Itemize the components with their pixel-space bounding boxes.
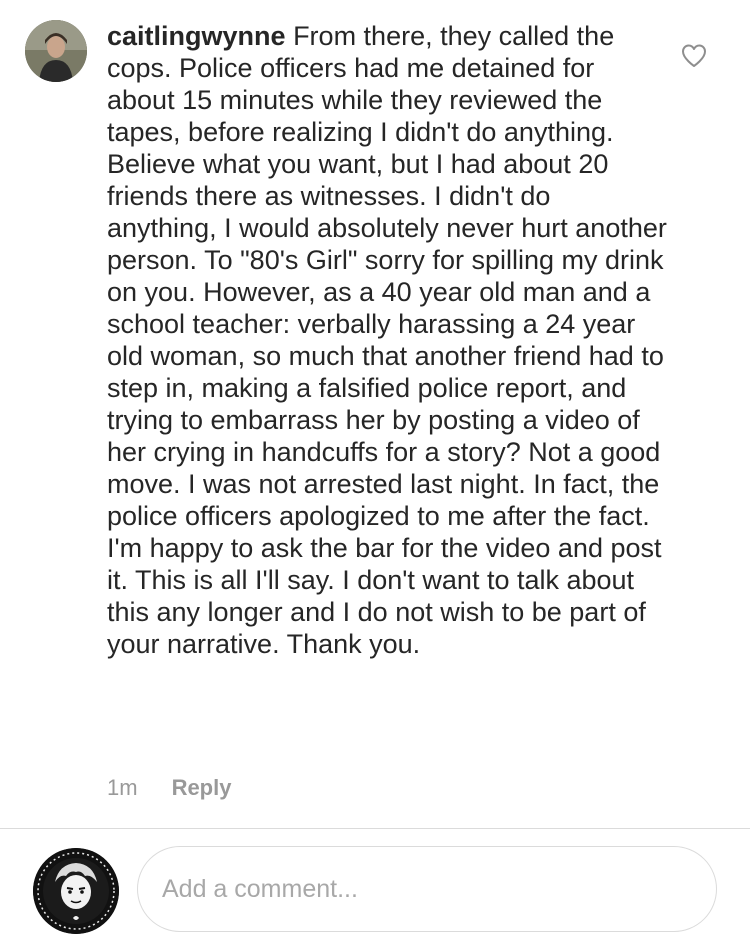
comment-timestamp: 1m <box>107 775 138 800</box>
reply-button[interactable]: Reply <box>172 775 232 801</box>
comment-body: caitlingwynne From there, they called th… <box>107 20 667 660</box>
comment-input[interactable] <box>137 846 717 932</box>
comment-meta: 1m Reply <box>107 773 231 803</box>
user-avatar-image <box>33 848 119 934</box>
comment-composer <box>0 829 750 938</box>
user-avatar[interactable] <box>33 848 119 934</box>
comment-row: caitlingwynne From there, they called th… <box>0 0 750 828</box>
commenter-avatar-image <box>25 20 87 82</box>
comment-username[interactable]: caitlingwynne <box>107 21 286 51</box>
heart-icon[interactable] <box>681 44 707 68</box>
commenter-avatar[interactable] <box>25 20 87 82</box>
comment-text: From there, they called the cops. Police… <box>107 21 667 659</box>
